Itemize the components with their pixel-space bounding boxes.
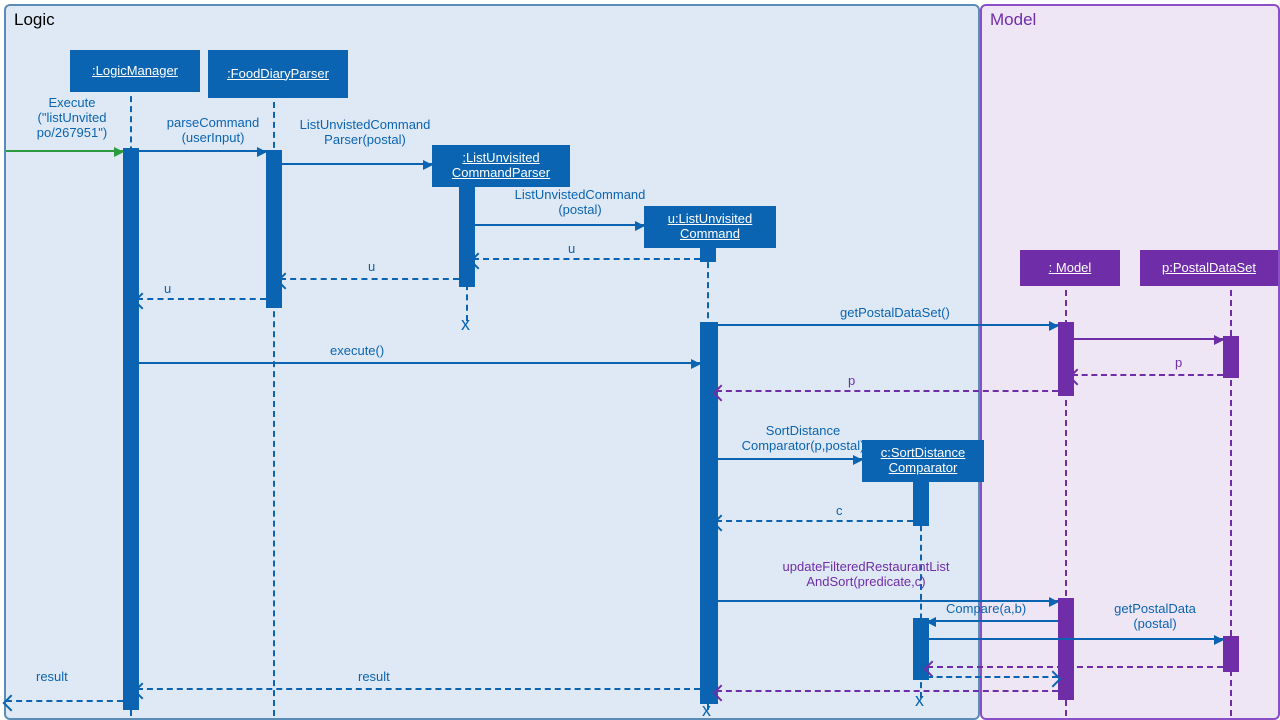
msg-create-sdc xyxy=(716,458,862,460)
act-pds1 xyxy=(1223,336,1239,378)
msg-ret-p1 xyxy=(1072,374,1223,376)
msg-ret-pd xyxy=(927,666,1223,668)
act-sdc1 xyxy=(913,476,929,526)
lbl-result1: result xyxy=(358,670,390,685)
msg-getpds xyxy=(716,324,1058,326)
msg-ret-update xyxy=(716,690,1058,692)
lbl-ret-p2: p xyxy=(848,374,855,389)
lbl-execute-in: Execute ("listUnvited po/267951") xyxy=(22,96,122,141)
lbl-getpd: getPostalData (postal) xyxy=(1100,602,1210,632)
act-luc2 xyxy=(700,322,718,704)
lbl-execute: execute() xyxy=(330,344,384,359)
lbl-ret-p1: p xyxy=(1175,356,1182,371)
msg-ret-u3 xyxy=(137,298,266,300)
msg-ret-u2 xyxy=(280,278,459,280)
lifeline-fooddiaryparser: :FoodDiaryParser xyxy=(208,50,348,98)
msg-create-lucp xyxy=(280,163,432,165)
lbl-ret-u3: u xyxy=(164,282,171,297)
act-mdl1 xyxy=(1058,322,1074,396)
lbl-update: updateFilteredRestaurantList AndSort(pre… xyxy=(756,560,976,590)
destroy-luc: x xyxy=(702,700,711,720)
lbl-parsecommand: parseCommand (userInput) xyxy=(158,116,268,146)
act-luc1 xyxy=(700,242,716,262)
destroy-lucp: x xyxy=(461,314,470,335)
region-model-label: Model xyxy=(990,10,1036,30)
region-logic-label: Logic xyxy=(14,10,55,30)
msg-result1 xyxy=(137,688,700,690)
msg-create-luc xyxy=(473,224,644,226)
lifeline-listunvisitedcommandparser: :ListUnvisited CommandParser xyxy=(432,145,570,187)
lbl-create-lucp: ListUnvistedCommand Parser(postal) xyxy=(290,118,440,148)
msg-execute xyxy=(137,362,700,364)
act-lucp xyxy=(459,181,475,287)
lbl-ret-u1: u xyxy=(568,242,575,257)
lbl-create-luc: ListUnvistedCommand (postal) xyxy=(500,188,660,218)
lbl-create-sdc: SortDistance Comparator(p,postal) xyxy=(728,424,878,454)
msg-compare xyxy=(927,620,1058,622)
act-mdl2 xyxy=(1058,598,1074,700)
destroy-sdc: x xyxy=(915,690,924,711)
msg-result2 xyxy=(6,700,123,702)
msg-ret-c xyxy=(716,520,913,522)
lifeline-model: : Model xyxy=(1020,250,1120,286)
lbl-result2: result xyxy=(36,670,68,685)
lbl-ret-c: c xyxy=(836,504,843,519)
msg-parsecommand xyxy=(137,150,266,152)
msg-mdl-pds xyxy=(1072,338,1223,340)
act-lm xyxy=(123,148,139,710)
msg-execute-in xyxy=(6,150,123,152)
msg-getpd xyxy=(927,638,1223,640)
msg-ret-compare xyxy=(927,676,1058,678)
lbl-getpds: getPostalDataSet() xyxy=(840,306,950,321)
lifeline-postaldataset: p:PostalDataSet xyxy=(1140,250,1278,286)
sequence-diagram: Logic Model :LogicManager :FoodDiaryPars… xyxy=(0,0,1280,720)
act-pds2 xyxy=(1223,636,1239,672)
lbl-ret-u2: u xyxy=(368,260,375,275)
msg-ret-p2 xyxy=(716,390,1058,392)
lifeline-logicmanager: :LogicManager xyxy=(70,50,200,92)
msg-ret-u1 xyxy=(473,258,700,260)
lbl-compare: Compare(a,b) xyxy=(946,602,1026,617)
